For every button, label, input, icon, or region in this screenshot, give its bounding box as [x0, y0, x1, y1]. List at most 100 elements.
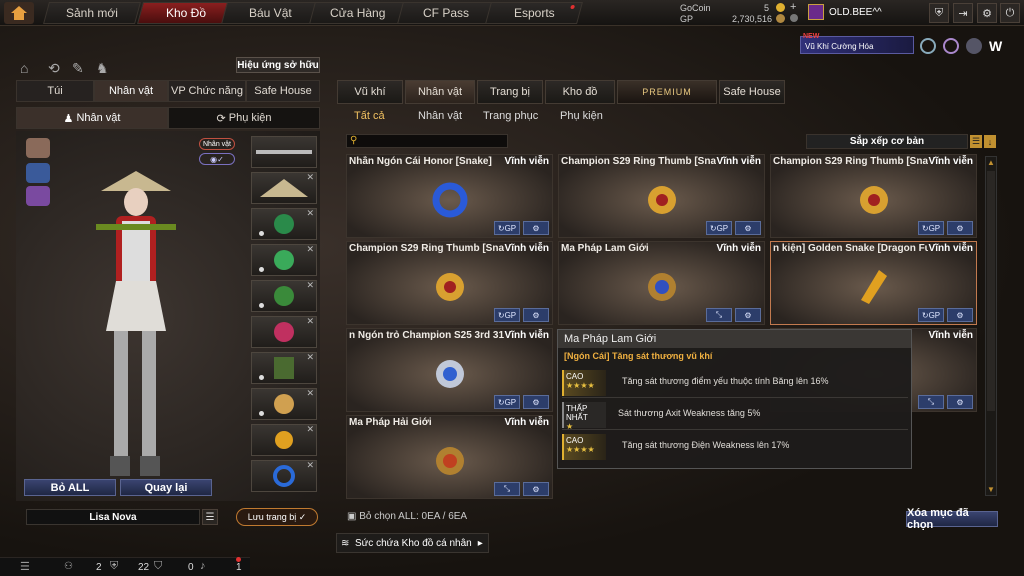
close-icon[interactable]: ✕: [306, 316, 314, 327]
subtab-phu-kien-right[interactable]: Phụ kiện: [560, 110, 603, 126]
storage-capacity-button[interactable]: ≋ Sức chứa Kho đồ cá nhân ▸: [336, 533, 489, 553]
scroll-thumb[interactable]: [987, 171, 995, 411]
scrollbar[interactable]: ▲ ▼: [985, 156, 997, 496]
tab-cf-pass[interactable]: CF Pass: [397, 2, 495, 24]
close-icon[interactable]: ✕: [306, 352, 314, 363]
gp-icon[interactable]: ↻GP: [706, 221, 732, 235]
gear-icon[interactable]: ⚙: [977, 3, 997, 23]
gear-icon[interactable]: ⚙: [523, 221, 549, 235]
tab-kho-do-right[interactable]: Kho đồ: [545, 80, 615, 104]
username[interactable]: OLD.BEE^^: [829, 7, 882, 18]
shield-icon[interactable]: ⛉: [154, 560, 162, 573]
menu-icon[interactable]: ☰: [202, 509, 218, 525]
refresh-icon[interactable]: ⟲: [48, 60, 60, 77]
list-icon[interactable]: ☰: [20, 560, 30, 573]
close-icon[interactable]: ✕: [306, 244, 314, 255]
weapon-upgrade-banner[interactable]: NEW Vũ Khí Cường Hóa: [800, 33, 914, 54]
slot-emblem[interactable]: ✕: [251, 244, 317, 276]
gp-icon[interactable]: ↻GP: [494, 221, 520, 235]
pose-wing-icon[interactable]: [26, 163, 50, 183]
mission-icon[interactable]: [966, 38, 982, 54]
tab-esports[interactable]: Esports: [485, 2, 583, 24]
upgrade-icon[interactable]: ⤡: [706, 308, 732, 322]
slot-ring-2[interactable]: ✕: [251, 460, 317, 492]
eye-icon[interactable]: ◉✓: [199, 153, 235, 165]
tab-nhan-vat-left[interactable]: Nhân vật: [94, 80, 168, 102]
item-card[interactable]: Champion S29 Ring Thumb [Snake] Vĩnh viễn…: [346, 241, 553, 325]
subtab-nhan-vat[interactable]: ♟ Nhân vật: [16, 107, 168, 129]
back-button[interactable]: Quay lại: [120, 479, 212, 496]
subtab-nhan-vat-right[interactable]: Nhân vật: [418, 110, 462, 126]
close-icon[interactable]: ✕: [306, 460, 314, 471]
speaker-icon[interactable]: ♪: [200, 560, 206, 572]
gear-icon[interactable]: ⚙: [947, 221, 973, 235]
tab-nhan-vat-right[interactable]: Nhân vật: [405, 80, 475, 104]
tab-kho-do[interactable]: Kho Đồ: [137, 2, 235, 24]
subtab-trang-phuc[interactable]: Trang phục: [483, 110, 538, 126]
pose-leaf-icon[interactable]: [26, 186, 50, 206]
upgrade-icon[interactable]: ⤡: [918, 395, 944, 409]
close-icon[interactable]: ✕: [306, 424, 314, 435]
slot-weapon[interactable]: [251, 136, 317, 168]
tab-trang-bi[interactable]: Trang bị: [477, 80, 543, 104]
tab-cua-hang[interactable]: Cửa Hàng: [309, 2, 407, 24]
gp-icon[interactable]: ↻GP: [918, 308, 944, 322]
gear-icon[interactable]: ⚙: [735, 221, 761, 235]
tab-premium[interactable]: PREMIUM: [617, 80, 717, 104]
globe-icon[interactable]: [943, 38, 959, 54]
gear-icon[interactable]: ⚙: [947, 308, 973, 322]
logout-icon[interactable]: ⇥: [953, 3, 973, 23]
add-gocoin-icon[interactable]: +: [790, 1, 796, 13]
close-icon[interactable]: ✕: [306, 172, 314, 183]
slot-mask[interactable]: ✕: [251, 208, 317, 240]
shield-icon[interactable]: ⛨: [929, 3, 949, 23]
scroll-down-icon[interactable]: ▼: [987, 485, 995, 494]
gear-icon[interactable]: ⚙: [523, 308, 549, 322]
clan-icon[interactable]: ⛨: [110, 560, 118, 573]
target-icon[interactable]: [920, 38, 936, 54]
close-icon[interactable]: ✕: [306, 388, 314, 399]
subtab-phu-kien[interactable]: ⟳ Phụ kiện: [168, 107, 320, 129]
close-icon[interactable]: ✕: [306, 280, 314, 291]
slot-gloves[interactable]: ✕: [251, 388, 317, 420]
item-card-selected[interactable]: n kiện] Golden Snake [Dragon Fury] Vĩnh v…: [770, 241, 977, 325]
friends-icon[interactable]: ⚇: [64, 561, 73, 572]
gear-icon[interactable]: ⚙: [523, 395, 549, 409]
slot-hat[interactable]: ✕: [251, 172, 317, 204]
gear-icon[interactable]: ⚙: [947, 395, 973, 409]
pose-bird-icon[interactable]: [26, 138, 50, 158]
gift-icon[interactable]: ⌂: [20, 60, 28, 76]
power-icon[interactable]: ⏻: [1000, 3, 1020, 23]
item-card[interactable]: n Ngón trỏ Champion S25 3rd 31899 Vĩnh vi…: [346, 328, 553, 412]
vip-icon[interactable]: W: [989, 38, 1007, 54]
slot-pet[interactable]: ✕: [251, 316, 317, 348]
subtab-tat-ca[interactable]: Tất cả: [354, 110, 385, 126]
gp-icon[interactable]: ↻GP: [494, 308, 520, 322]
rabbit-icon[interactable]: ♞: [96, 60, 109, 77]
owned-effects-button[interactable]: Hiệu ứng sở hữu: [236, 57, 320, 73]
slot-ring[interactable]: ✕: [251, 424, 317, 456]
sort-arrow-icon[interactable]: ↓: [984, 135, 996, 148]
character-tag[interactable]: Nhân vật: [199, 138, 235, 150]
tab-bau-vat[interactable]: Báu Vật: [221, 2, 319, 24]
gear-icon[interactable]: ⚙: [523, 482, 549, 496]
slot-badge[interactable]: ✕: [251, 280, 317, 312]
item-card[interactable]: Nhẫn Ngón Cái Honor [Snake] Vĩnh viễn ↻GP ⚙: [346, 154, 553, 238]
tab-vu-khi[interactable]: Vũ khí: [337, 80, 403, 104]
tab-sanh-moi[interactable]: Sảnh mới: [43, 2, 141, 24]
tab-vp-chuc-nang[interactable]: VP Chức năng: [168, 80, 246, 102]
brush-icon[interactable]: ✎: [72, 60, 84, 77]
remove-all-button[interactable]: Bỏ ALL: [24, 479, 116, 496]
home-icon[interactable]: [4, 2, 34, 24]
gp-icon[interactable]: ↻GP: [494, 395, 520, 409]
upgrade-icon[interactable]: ⤡: [494, 482, 520, 496]
search-input[interactable]: ⚲: [346, 134, 508, 148]
gp-icon[interactable]: ↻GP: [918, 221, 944, 235]
tab-safe-house-left[interactable]: Safe House: [246, 80, 320, 102]
gear-icon[interactable]: ⚙: [735, 308, 761, 322]
list-icon[interactable]: ☰: [970, 135, 982, 148]
close-icon[interactable]: ✕: [306, 208, 314, 219]
item-card[interactable]: Ma Pháp Hải Giới Vĩnh viễn ⤡ ⚙: [346, 415, 553, 499]
refresh-gp-icon[interactable]: [790, 14, 798, 22]
tab-safe-house-right[interactable]: Safe House: [719, 80, 785, 104]
